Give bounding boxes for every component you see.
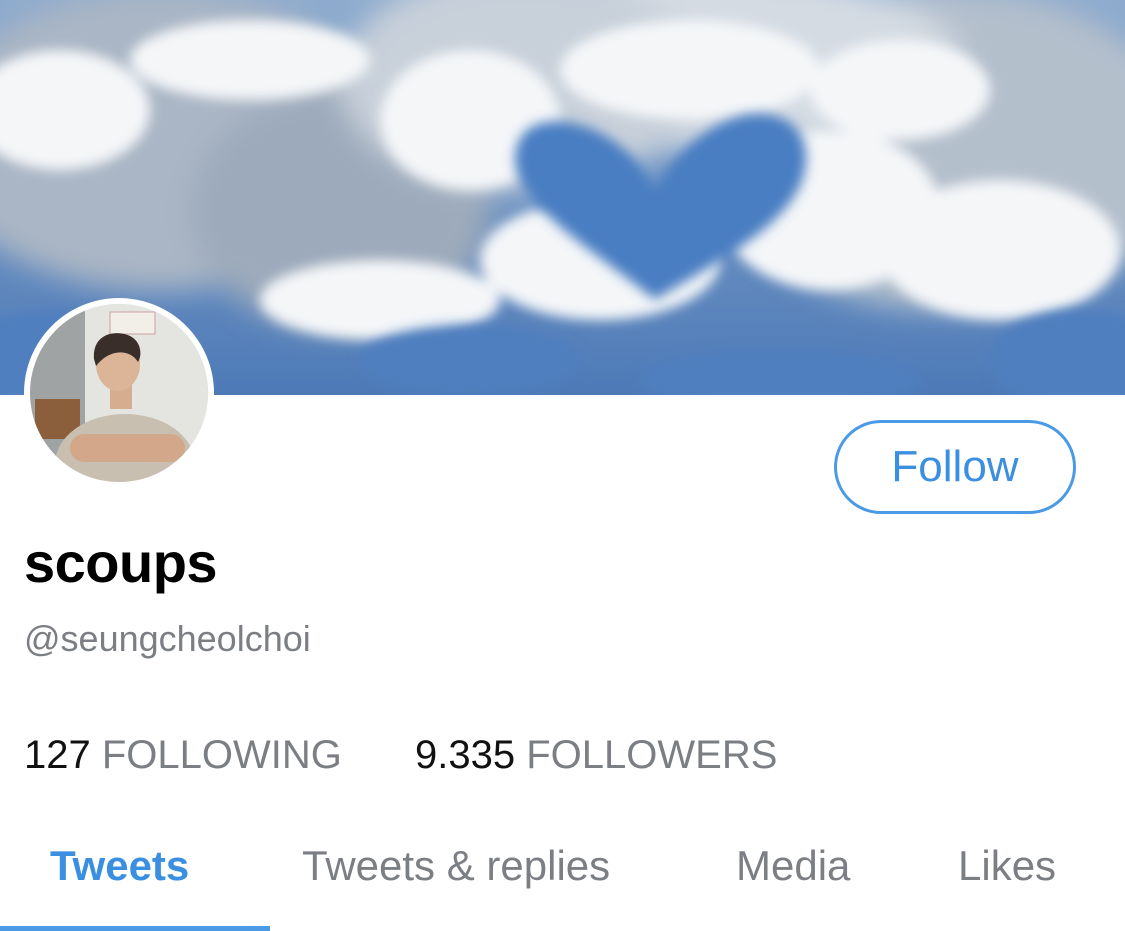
following-label: FOLLOWING <box>101 733 342 777</box>
follow-button[interactable]: Follow <box>834 420 1076 514</box>
tab-tweets-and-replies[interactable]: Tweets & replies <box>302 842 610 890</box>
avatar-photo <box>30 304 208 482</box>
avatar[interactable] <box>24 298 214 488</box>
tab-tweets[interactable]: Tweets <box>50 842 189 890</box>
followers-stat[interactable]: 9.335 FOLLOWERS <box>415 733 777 778</box>
followers-label: FOLLOWERS <box>526 733 778 777</box>
profile-tabs: Tweets Tweets & replies Media Likes <box>0 830 1125 931</box>
user-handle: @seungcheolchoi <box>24 618 311 659</box>
tab-likes[interactable]: Likes <box>958 842 1056 890</box>
tab-media[interactable]: Media <box>736 842 850 890</box>
active-tab-indicator <box>0 926 270 931</box>
following-stat[interactable]: 127 FOLLOWING <box>24 733 342 778</box>
display-name: scoups <box>24 531 218 594</box>
following-count: 127 <box>24 733 91 777</box>
followers-count: 9.335 <box>415 733 516 777</box>
